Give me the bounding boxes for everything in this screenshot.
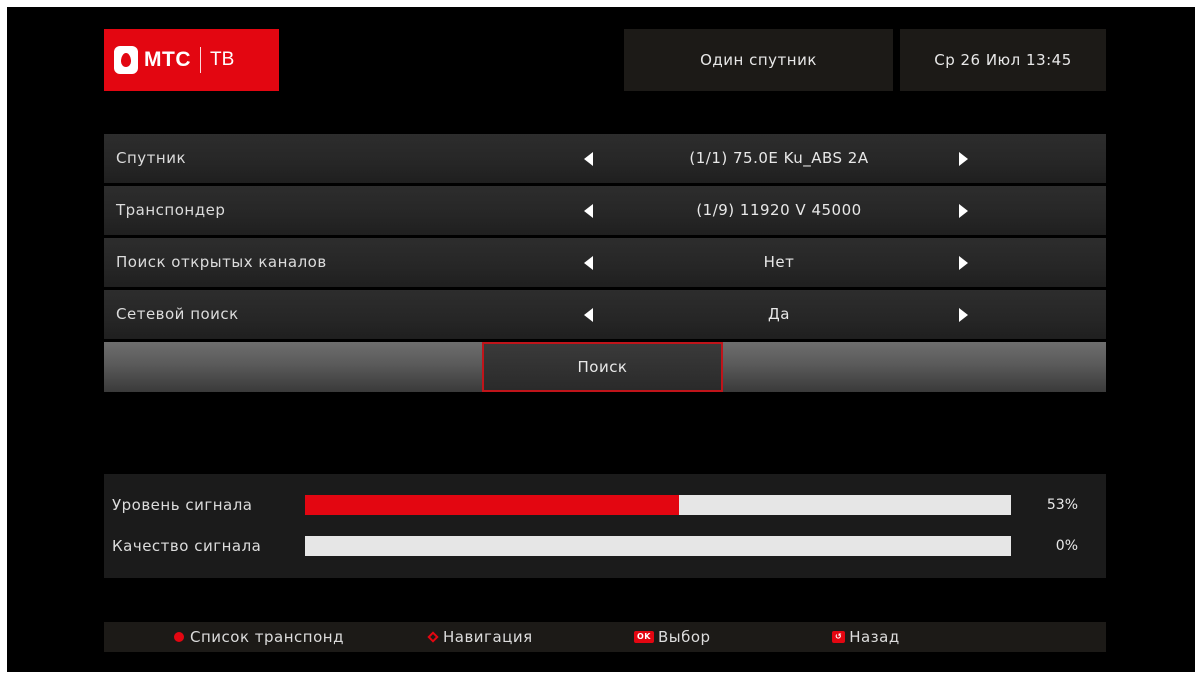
setting-value: (1/9) 11920 V 45000 <box>696 201 862 219</box>
setting-value: Нет <box>763 253 795 271</box>
settings-list: Спутник (1/1) 75.0E Ku_ABS 2A Транспонде… <box>104 134 1106 392</box>
search-bar: Поиск <box>104 342 1106 392</box>
setting-label: Сетевой поиск <box>116 305 239 323</box>
setting-row-fta-search[interactable]: Поиск открытых каналов Нет <box>104 238 1106 287</box>
setting-label: Поиск открытых каналов <box>116 253 327 271</box>
search-mode-title: Один спутник <box>624 29 893 91</box>
signal-quality-row: Качество сигнала 0% <box>104 534 1106 558</box>
back-key-icon: ↺ <box>832 631 846 643</box>
setting-row-transponder[interactable]: Транспондер (1/9) 11920 V 45000 <box>104 186 1106 235</box>
mts-egg-icon <box>114 46 138 74</box>
signal-quality-value: 0% <box>1055 538 1078 554</box>
arrow-right-icon[interactable] <box>959 308 968 322</box>
ok-key-icon: OK <box>634 631 654 643</box>
signal-level-fill <box>305 495 680 515</box>
arrow-left-icon[interactable] <box>584 204 593 218</box>
logo-brand: МТС <box>144 48 191 71</box>
hint-label: Навигация <box>443 628 533 646</box>
setting-row-satellite[interactable]: Спутник (1/1) 75.0E Ku_ABS 2A <box>104 134 1106 183</box>
red-dot-icon <box>174 632 184 642</box>
navigation-icon <box>427 631 439 643</box>
signal-level-row: Уровень сигнала 53% <box>104 493 1106 517</box>
signal-level-bar <box>305 495 1011 515</box>
tv-screen: МТС ТВ Один спутник Ср 26 Июл 13:45 Спут… <box>7 7 1195 672</box>
hint-label: Список транспонд <box>190 628 344 646</box>
arrow-right-icon[interactable] <box>959 152 968 166</box>
hint-transponder-list[interactable]: Список транспонд <box>174 622 344 652</box>
hint-back[interactable]: ↺ Назад <box>832 622 900 652</box>
signal-quality-label: Качество сигнала <box>112 537 262 555</box>
mts-tv-logo: МТС ТВ <box>104 29 279 91</box>
logo-separator <box>200 47 201 73</box>
hint-label: Назад <box>849 628 900 646</box>
hint-select[interactable]: OK Выбор <box>634 622 711 652</box>
arrow-left-icon[interactable] <box>584 256 593 270</box>
arrow-right-icon[interactable] <box>959 204 968 218</box>
signal-level-label: Уровень сигнала <box>112 496 253 514</box>
logo-product: ТВ <box>210 49 235 70</box>
setting-value: Да <box>768 305 790 323</box>
search-button[interactable]: Поиск <box>482 342 723 392</box>
setting-row-network-search[interactable]: Сетевой поиск Да <box>104 290 1106 339</box>
setting-value: (1/1) 75.0E Ku_ABS 2A <box>689 149 869 167</box>
setting-label: Транспондер <box>116 201 226 219</box>
signal-level-value: 53% <box>1046 497 1078 513</box>
footer-hints: Список транспонд Навигация OK Выбор ↺ На… <box>104 622 1106 652</box>
hint-label: Выбор <box>658 628 711 646</box>
date-time: Ср 26 Июл 13:45 <box>900 29 1106 91</box>
arrow-right-icon[interactable] <box>959 256 968 270</box>
arrow-left-icon[interactable] <box>584 152 593 166</box>
arrow-left-icon[interactable] <box>584 308 593 322</box>
signal-panel: Уровень сигнала 53% Качество сигнала 0% <box>104 474 1106 578</box>
signal-quality-bar <box>305 536 1011 556</box>
hint-navigation: Навигация <box>427 622 533 652</box>
setting-label: Спутник <box>116 149 187 167</box>
